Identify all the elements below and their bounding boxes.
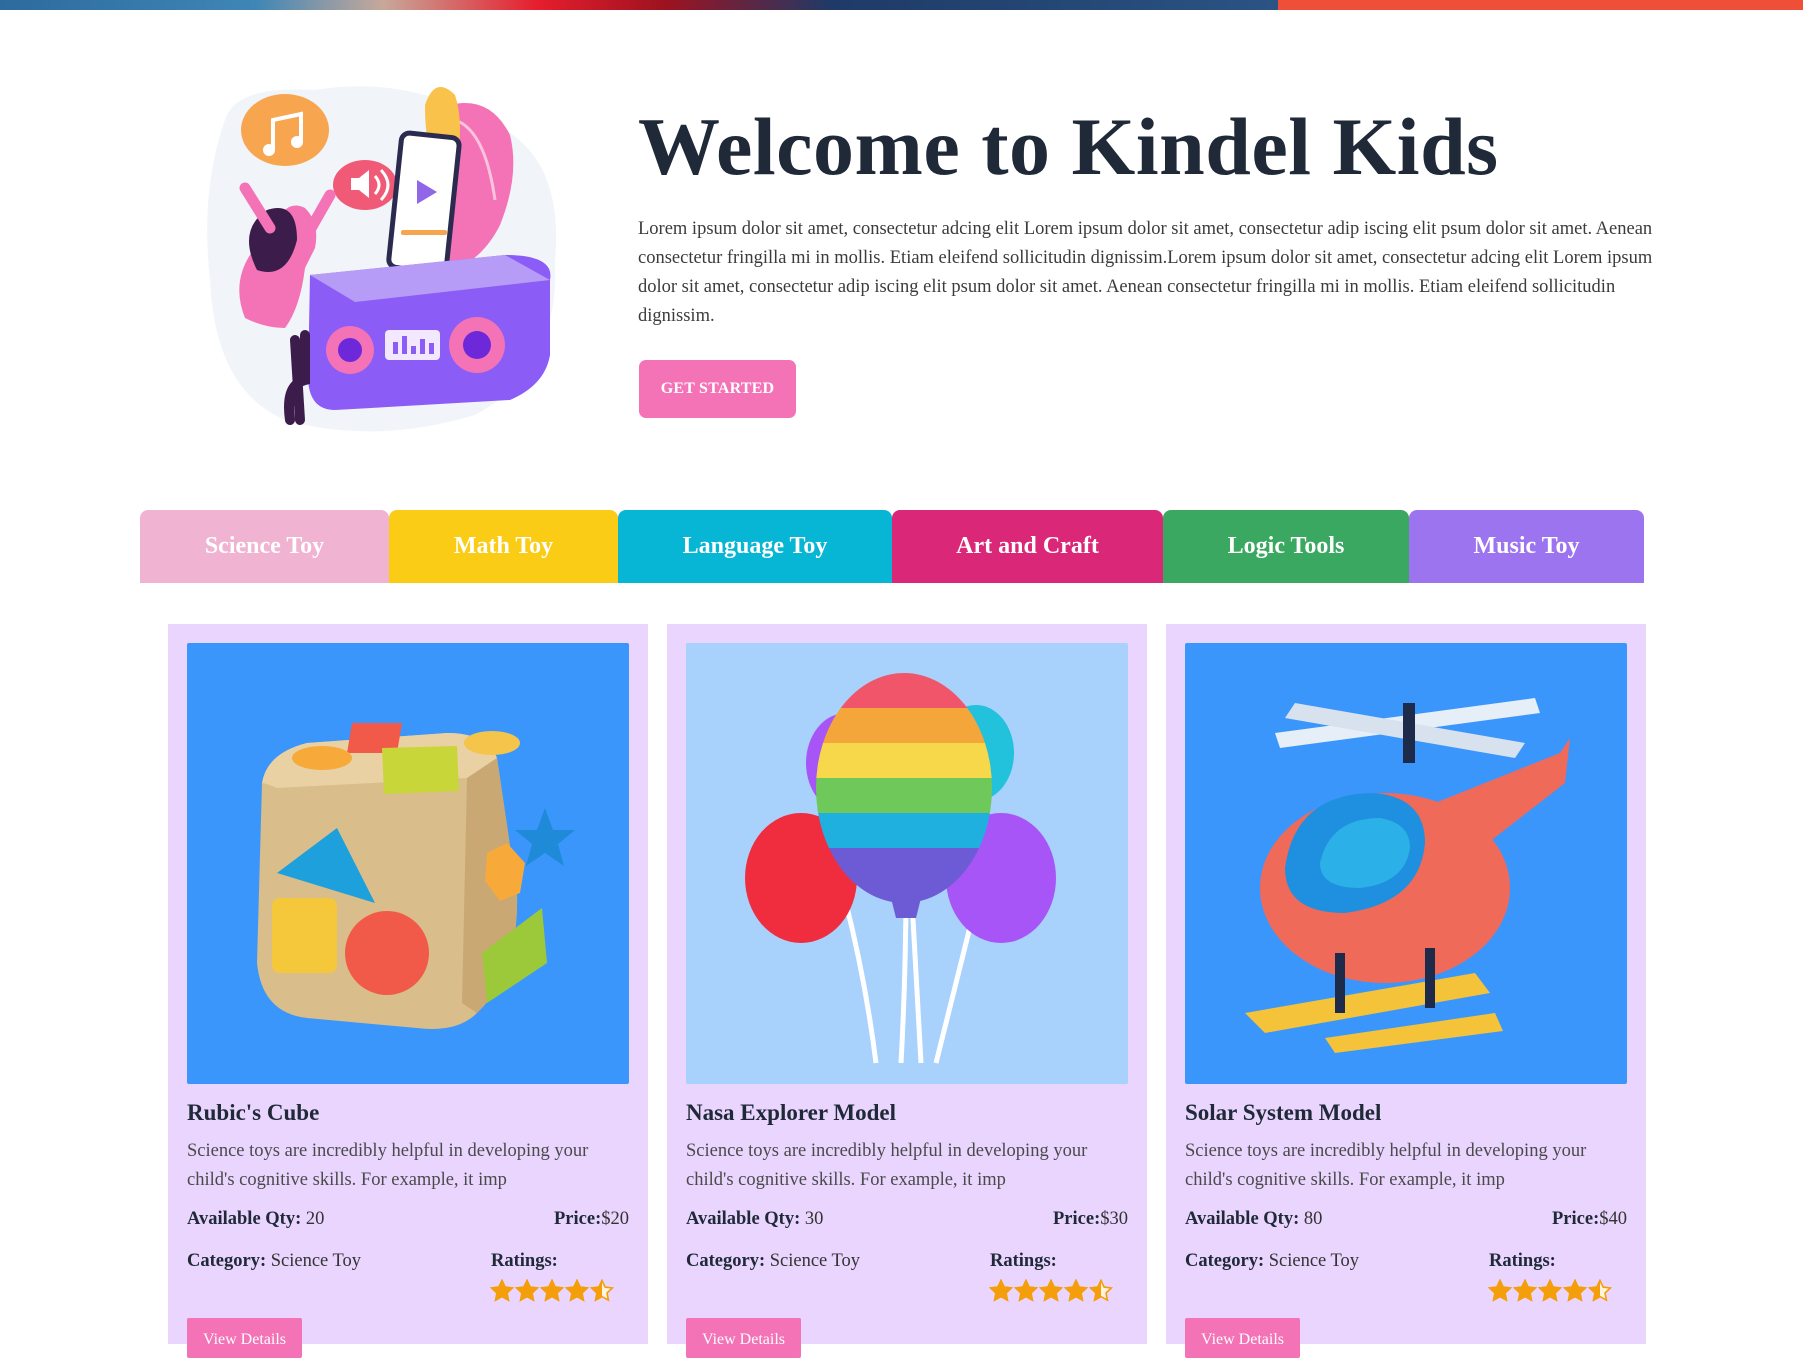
top-banner-strip [0, 0, 1803, 10]
product-title: Nasa Explorer Model [686, 1100, 896, 1125]
star-rating [1488, 1279, 1612, 1303]
product-description: Science toys are incredibly helpful in d… [187, 1141, 589, 1190]
star-half-icon [1588, 1279, 1612, 1302]
star-full-icon [515, 1279, 539, 1302]
product-card: Solar System Model Science toys are incr… [1166, 624, 1646, 1358]
tab-music-toy[interactable]: Music Toy [1409, 510, 1644, 583]
page-title: Welcome to Kindel Kids [638, 101, 1499, 192]
star-full-icon [989, 1279, 1013, 1302]
available-qty: Available Qty: 30 [686, 1209, 824, 1229]
view-details-button[interactable]: View Details [187, 1318, 302, 1358]
category: Category: Science Toy [1185, 1251, 1360, 1271]
product-image-helicopter [1185, 643, 1627, 1084]
category: Category: Science Toy [686, 1251, 861, 1271]
star-full-icon [1488, 1279, 1512, 1302]
category: Category: Science Toy [187, 1251, 362, 1271]
tab-logic-tools[interactable]: Logic Tools [1163, 510, 1409, 583]
star-full-icon [1563, 1279, 1587, 1302]
available-qty: Available Qty: 20 [187, 1209, 325, 1229]
star-half-icon [590, 1279, 614, 1302]
price: Price:$30 [1053, 1209, 1128, 1229]
tab-art-and-craft[interactable]: Art and Craft [892, 510, 1163, 583]
hero-illustration [207, 86, 557, 432]
product-image-shape-sorter [187, 643, 629, 1084]
star-rating [989, 1279, 1113, 1303]
star-rating [490, 1279, 614, 1303]
banner-accent-edge [1278, 0, 1803, 10]
product-card: Rubic's Cube Science toys are incredibly… [168, 624, 648, 1358]
star-full-icon [1014, 1279, 1038, 1302]
star-full-icon [1513, 1279, 1537, 1302]
tab-math-toy[interactable]: Math Toy [389, 510, 618, 583]
available-qty: Available Qty: 80 [1185, 1209, 1323, 1229]
category-tabs: Science Toy Math Toy Language Toy Art an… [140, 510, 1644, 583]
star-full-icon [1039, 1279, 1063, 1302]
product-description: Science toys are incredibly helpful in d… [686, 1141, 1088, 1190]
get-started-button[interactable]: GET STARTED [639, 360, 796, 418]
speaker-bubble-icon [333, 160, 397, 210]
banner-image-edge [0, 0, 1278, 10]
view-details-button[interactable]: View Details [1185, 1318, 1300, 1358]
hero-description: Lorem ipsum dolor sit amet, consectetur … [638, 219, 1653, 326]
ratings-label: Ratings: [491, 1251, 558, 1271]
product-card: Nasa Explorer Model Science toys are inc… [667, 624, 1147, 1358]
star-full-icon [565, 1279, 589, 1302]
product-title: Rubic's Cube [187, 1100, 320, 1125]
price: Price:$20 [554, 1209, 629, 1229]
product-image-balloons [686, 643, 1128, 1084]
product-description: Science toys are incredibly helpful in d… [1185, 1141, 1587, 1190]
product-title: Solar System Model [1185, 1100, 1382, 1125]
star-full-icon [490, 1279, 514, 1302]
view-details-button[interactable]: View Details [686, 1318, 801, 1358]
music-note-icon [241, 94, 329, 166]
star-full-icon [1538, 1279, 1562, 1302]
star-full-icon [540, 1279, 564, 1302]
ratings-label: Ratings: [1489, 1251, 1556, 1271]
star-full-icon [1064, 1279, 1088, 1302]
ratings-label: Ratings: [990, 1251, 1057, 1271]
star-half-icon [1089, 1279, 1113, 1302]
tab-science-toy[interactable]: Science Toy [140, 510, 389, 583]
tab-language-toy[interactable]: Language Toy [618, 510, 892, 583]
price: Price:$40 [1552, 1209, 1627, 1229]
